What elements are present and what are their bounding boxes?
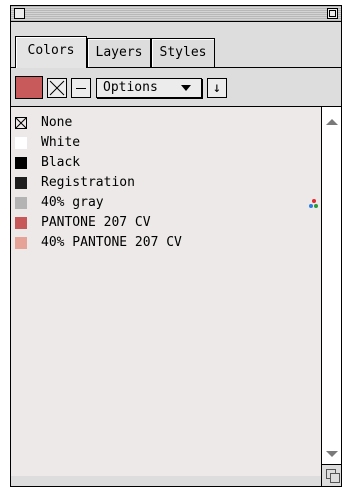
swatch-name: Registration	[41, 175, 135, 190]
list-item-black[interactable]: Black	[15, 155, 315, 175]
swatch-name: Black	[41, 155, 81, 170]
chevron-down-icon	[181, 85, 191, 91]
tab-styles[interactable]: Styles	[151, 38, 215, 68]
colors-palette-window: Colors Layers Styles Options ↓ None Whit…	[10, 5, 342, 487]
swatch-color-chip	[15, 197, 27, 209]
swatch-name: PANTONE 207 CV	[41, 215, 151, 230]
swatch-color-chip	[15, 177, 27, 189]
scroll-up-arrow-icon[interactable]	[326, 119, 338, 125]
vertical-scrollbar[interactable]	[321, 106, 341, 476]
none-x-icon[interactable]	[47, 78, 67, 98]
list-item-registration[interactable]: Registration	[15, 175, 315, 195]
list-item-pantone-207[interactable]: PANTONE 207 CV	[15, 215, 315, 235]
swatch-name: 40% gray	[41, 195, 104, 210]
close-box-icon[interactable]	[14, 8, 25, 19]
list-item-40-pantone-207[interactable]: 40% PANTONE 207 CV	[15, 235, 315, 255]
swatch-name: None	[41, 115, 73, 130]
swatch-color-chip	[15, 137, 27, 149]
list-item-40-gray[interactable]: 40% gray	[15, 195, 318, 215]
swatch-name: White	[41, 135, 81, 150]
options-label: Options	[103, 80, 158, 95]
palette-title-bar[interactable]	[11, 6, 341, 22]
tab-layers[interactable]: Layers	[87, 38, 151, 68]
options-dropdown[interactable]: Options	[96, 78, 202, 98]
swatch-color-chip	[15, 157, 27, 169]
cmyk-process-icon	[309, 199, 319, 209]
swatch-name: 40% PANTONE 207 CV	[41, 235, 182, 250]
none-x-icon	[15, 117, 27, 129]
palette-toolbar: Options ↓	[11, 68, 341, 104]
resize-grip-icon[interactable]	[321, 464, 341, 486]
swatch-color-chip	[15, 217, 27, 229]
swatch-list: None White Black Registration 40% gray P…	[11, 106, 321, 476]
zoom-box-icon[interactable]	[327, 8, 338, 19]
swatch-color-chip	[15, 237, 27, 249]
sort-down-arrow-icon[interactable]: ↓	[207, 78, 227, 98]
list-item-white[interactable]: White	[15, 135, 315, 155]
minus-icon[interactable]	[71, 78, 91, 98]
list-item-none[interactable]: None	[15, 115, 315, 135]
scroll-down-arrow-icon[interactable]	[326, 451, 338, 457]
tab-colors[interactable]: Colors	[15, 36, 87, 68]
current-color-swatch-button[interactable]	[15, 76, 43, 99]
